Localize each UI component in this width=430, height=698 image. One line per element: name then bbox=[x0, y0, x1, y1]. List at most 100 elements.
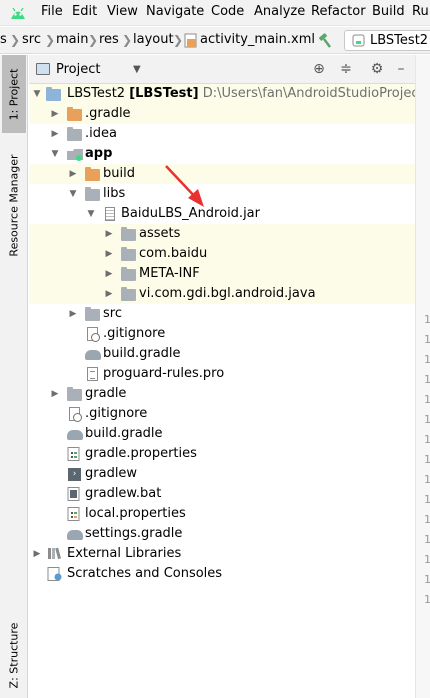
collapse-arrow-icon[interactable]: ▶ bbox=[67, 308, 79, 320]
menu-refactor[interactable]: Refactor bbox=[311, 4, 366, 19]
scratches-icon bbox=[47, 567, 62, 581]
project-folder-icon bbox=[46, 87, 61, 101]
gutter-line-number: 1 bbox=[424, 573, 430, 586]
collapse-arrow-icon[interactable]: ▶ bbox=[49, 108, 61, 120]
gutter-line-number: 1 bbox=[424, 353, 430, 366]
tree-row-scratches[interactable]: Scratches and Consoles bbox=[29, 564, 415, 584]
jar-icon bbox=[105, 207, 115, 221]
tree-row-local-properties[interactable]: local.properties bbox=[29, 504, 415, 524]
tree-row-label: META-INF bbox=[139, 266, 200, 281]
collapse-arrow-icon[interactable]: ▶ bbox=[103, 288, 115, 300]
tree-row-label: vi.com.gdi.bgl.android.java bbox=[139, 286, 316, 301]
tree-row-app-build-gradle[interactable]: build.gradle bbox=[29, 344, 415, 364]
android-module-icon bbox=[67, 149, 83, 161]
tree-row-meta-inf[interactable]: ▶ META-INF bbox=[29, 264, 415, 284]
chevron-right-icon: ❯ bbox=[88, 33, 99, 47]
menu-code[interactable]: Code bbox=[211, 4, 244, 19]
folder-package-icon bbox=[121, 287, 136, 301]
project-tool-tab[interactable]: 1: Project bbox=[2, 55, 26, 133]
tree-row-root-build-gradle[interactable]: build.gradle bbox=[29, 424, 415, 444]
project-tree: ▼ LBSTest2 [LBSTest] D:\Users\fan\Androi… bbox=[29, 84, 415, 698]
menu-analyze[interactable]: Analyze bbox=[254, 4, 305, 19]
hammer-build-icon[interactable] bbox=[316, 32, 334, 50]
tree-row-external-libraries[interactable]: ▶ External Libraries bbox=[29, 544, 415, 564]
locate-target-icon[interactable]: ⊕ bbox=[311, 61, 327, 77]
breadcrumb-layout[interactable]: layout bbox=[133, 32, 174, 47]
tree-row-gradlew[interactable]: › gradlew bbox=[29, 464, 415, 484]
gutter-line-number: 1 bbox=[424, 453, 430, 466]
collapse-arrow-icon[interactable]: ▶ bbox=[103, 228, 115, 240]
menu-run[interactable]: Ru bbox=[412, 4, 429, 19]
breadcrumb-src[interactable]: src bbox=[22, 32, 41, 47]
tree-row-label: com.baidu bbox=[139, 246, 208, 261]
tree-row-gradlew-bat[interactable]: gradlew.bat bbox=[29, 484, 415, 504]
resource-manager-tool-tab[interactable]: Resource Manager bbox=[2, 141, 26, 269]
chevron-right-icon: ❯ bbox=[45, 33, 56, 47]
menu-build[interactable]: Build bbox=[372, 4, 405, 19]
tree-row-root-gitignore[interactable]: .gitignore bbox=[29, 404, 415, 424]
expand-arrow-icon[interactable]: ▼ bbox=[85, 208, 97, 220]
menu-file[interactable]: File bbox=[41, 4, 63, 19]
hide-panel-icon[interactable]: – bbox=[393, 61, 409, 77]
folder-grey-icon bbox=[85, 307, 100, 321]
gutter-line-number: 1 bbox=[424, 433, 430, 446]
resource-manager-tool-tab-label: Resource Manager bbox=[7, 153, 21, 257]
gutter-line-number: 1 bbox=[424, 513, 430, 526]
tree-row-build[interactable]: ▶ build bbox=[29, 164, 415, 184]
folder-orange-icon bbox=[67, 107, 82, 121]
tree-row-vi-package[interactable]: ▶ vi.com.gdi.bgl.android.java bbox=[29, 284, 415, 304]
project-view-selector[interactable]: Project bbox=[56, 62, 100, 77]
breadcrumb-main[interactable]: main bbox=[56, 32, 88, 47]
tree-row-proguard[interactable]: proguard-rules.pro bbox=[29, 364, 415, 384]
terminal-icon: › bbox=[68, 468, 81, 481]
gradle-icon bbox=[85, 350, 101, 360]
breadcrumb-activity-main[interactable]: activity_main.xml bbox=[200, 32, 315, 47]
tree-row-com-baidu[interactable]: ▶ com.baidu bbox=[29, 244, 415, 264]
breadcrumb-res[interactable]: res bbox=[99, 32, 119, 47]
collapse-arrow-icon[interactable]: ▶ bbox=[49, 128, 61, 140]
project-path: D:\Users\fan\AndroidStudioProjects\LBS bbox=[202, 86, 415, 101]
structure-tool-tab[interactable]: Z: Structure bbox=[2, 615, 26, 695]
tree-row-gradle-cache[interactable]: ▶ .gradle bbox=[29, 104, 415, 124]
project-name: LBSTest2 bbox=[67, 86, 126, 101]
tree-row-assets[interactable]: ▶ assets bbox=[29, 224, 415, 244]
structure-tool-tab-label: Z: Structure bbox=[7, 622, 21, 688]
tree-row-app-gitignore[interactable]: .gitignore bbox=[29, 324, 415, 344]
properties-icon bbox=[67, 447, 80, 461]
gutter-line-number: 1 bbox=[424, 313, 430, 326]
tree-row-label: .gradle bbox=[85, 106, 131, 121]
tree-row-app[interactable]: ▼ app bbox=[29, 144, 415, 164]
collapse-arrow-icon[interactable]: ▶ bbox=[103, 248, 115, 260]
gutter-line-number: 1 bbox=[424, 333, 430, 346]
menu-navigate[interactable]: Navigate bbox=[146, 4, 204, 19]
properties-icon bbox=[67, 507, 80, 521]
expand-arrow-icon[interactable]: ▼ bbox=[49, 148, 61, 160]
gutter-line-number: 1 bbox=[424, 533, 430, 546]
run-configuration-selector[interactable]: LBSTest2 ( bbox=[344, 30, 430, 51]
collapse-arrow-icon[interactable]: ▶ bbox=[103, 268, 115, 280]
tree-row-libs[interactable]: ▼ libs bbox=[29, 184, 415, 204]
collapse-arrow-icon[interactable]: ▶ bbox=[31, 548, 43, 560]
tree-row-jar[interactable]: ▼ BaiduLBS_Android.jar bbox=[29, 204, 415, 224]
tree-row-label: src bbox=[103, 306, 122, 321]
tree-row-gradle[interactable]: ▶ gradle bbox=[29, 384, 415, 404]
tree-row-idea[interactable]: ▶ .idea bbox=[29, 124, 415, 144]
tree-row-root[interactable]: ▼ LBSTest2 [LBSTest] D:\Users\fan\Androi… bbox=[29, 84, 415, 104]
tree-row-label: build.gradle bbox=[103, 346, 181, 361]
menu-edit[interactable]: Edit bbox=[72, 4, 97, 19]
gear-icon[interactable]: ⚙ bbox=[369, 61, 385, 77]
expand-arrow-icon[interactable]: ▼ bbox=[31, 88, 43, 100]
collapse-all-icon[interactable]: ≑ bbox=[338, 61, 354, 77]
chevron-down-icon[interactable]: ▼ bbox=[133, 64, 141, 75]
tree-row-settings-gradle[interactable]: settings.gradle bbox=[29, 524, 415, 544]
menu-view[interactable]: View bbox=[107, 4, 138, 19]
tree-row-gradle-properties[interactable]: gradle.properties bbox=[29, 444, 415, 464]
tree-row-label: .gitignore bbox=[85, 406, 148, 421]
tree-row-src[interactable]: ▶ src bbox=[29, 304, 415, 324]
collapse-arrow-icon[interactable]: ▶ bbox=[67, 168, 79, 180]
android-studio-logo-icon bbox=[11, 7, 25, 19]
expand-arrow-icon[interactable]: ▼ bbox=[67, 188, 79, 200]
chevron-right-icon: ❯ bbox=[10, 33, 21, 47]
collapse-arrow-icon[interactable]: ▶ bbox=[49, 388, 61, 400]
breadcrumb-cut: s bbox=[0, 32, 7, 47]
